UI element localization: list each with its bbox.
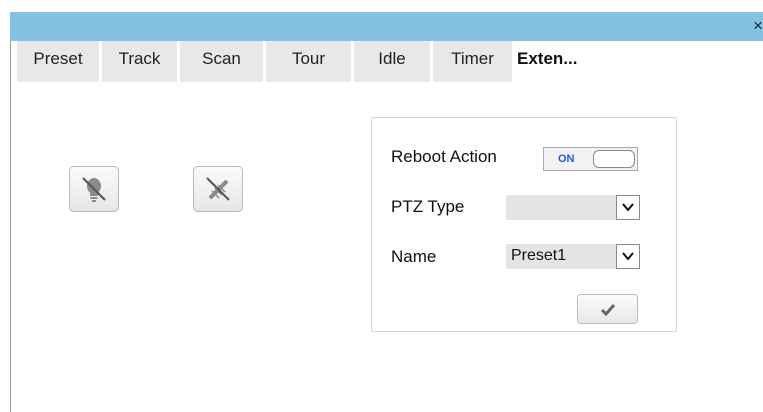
tab-tour[interactable]: Tour xyxy=(266,41,351,82)
name-value: Preset1 xyxy=(511,247,567,264)
checkmark-icon xyxy=(600,304,616,316)
toggle-state-text: ON xyxy=(558,153,575,165)
chevron-down-icon[interactable] xyxy=(616,244,640,269)
dialog-titlebar: × xyxy=(10,12,763,41)
ptz-type-select[interactable] xyxy=(506,195,640,220)
tab-bar: Preset Track Scan Tour Idle Timer Exten.… xyxy=(17,41,608,82)
tab-track[interactable]: Track xyxy=(102,41,177,82)
reboot-action-label: Reboot Action xyxy=(391,147,497,166)
wiper-button[interactable] xyxy=(193,166,243,212)
tab-idle[interactable]: Idle xyxy=(354,41,430,82)
tab-preset[interactable]: Preset xyxy=(17,41,99,82)
name-label: Name xyxy=(391,247,437,266)
wiper-icon xyxy=(206,177,230,201)
chevron-down-icon[interactable] xyxy=(616,195,640,220)
extension-settings-panel: Reboot Action ON PTZ Type Name Preset1 xyxy=(371,117,677,332)
light-bulb-icon xyxy=(82,177,106,202)
tab-scan[interactable]: Scan xyxy=(180,41,263,82)
confirm-button[interactable] xyxy=(577,294,638,324)
close-icon[interactable]: × xyxy=(753,15,763,37)
light-button[interactable] xyxy=(69,166,119,212)
tab-timer[interactable]: Timer xyxy=(433,41,512,82)
reboot-action-toggle[interactable]: ON xyxy=(543,147,638,171)
tab-extension[interactable]: Exten... xyxy=(515,41,605,82)
toggle-knob xyxy=(593,150,635,168)
dialog-left-border xyxy=(10,41,11,412)
ptz-type-label: PTZ Type xyxy=(391,197,465,216)
name-select[interactable]: Preset1 xyxy=(506,244,640,269)
